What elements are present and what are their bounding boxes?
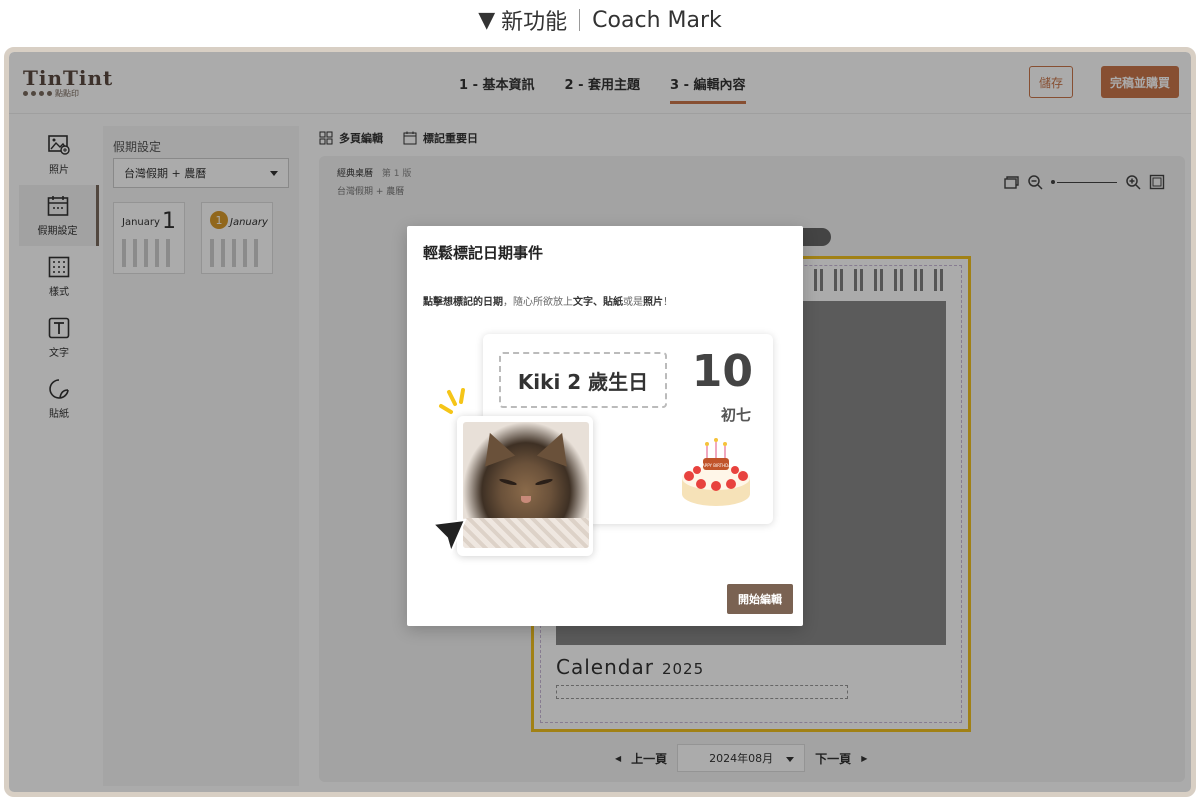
desc-part: 照片 <box>643 297 663 308</box>
desc-part: 貼紙 <box>603 297 623 308</box>
coach-description: 點擊想標記的日期，隨心所欲放上文字、貼紙或是照片！ <box>423 293 673 308</box>
desc-part: 或是 <box>623 297 643 308</box>
coach-title: 輕鬆標記日期事件 <box>423 244 544 262</box>
cake-text: HAPPY BIRTHDAY <box>699 463 733 468</box>
desc-part: 點擊 <box>423 297 443 308</box>
caption-arrow: ▼ <box>478 7 496 33</box>
sparkle-icon <box>439 388 465 414</box>
desc-part: 文字 <box>573 297 593 308</box>
start-editing-button[interactable]: 開始編輯 <box>727 584 793 614</box>
app-window: TinTint 點點印 1 - 基本資訊 2 - 套用主題 3 - 編輯內容 儲… <box>4 47 1196 797</box>
day-number: 10 <box>691 346 753 397</box>
event-label-box: Kiki 2 歲生日 <box>499 352 667 408</box>
caption-divider <box>579 9 581 31</box>
desc-part: ！ <box>663 297 673 308</box>
caption-right: Coach Mark <box>592 7 722 33</box>
caption-left: 新功能 <box>501 10 568 35</box>
desc-part: 想標記的日期 <box>443 297 503 308</box>
desc-part: 、 <box>593 297 603 308</box>
coach-mark-dialog: 輕鬆標記日期事件 點擊想標記的日期，隨心所欲放上文字、貼紙或是照片！ Kiki … <box>407 226 803 626</box>
photo-example-card <box>457 416 593 556</box>
cursor-arrow-icon <box>430 518 467 555</box>
cat-photo <box>463 422 589 548</box>
lunar-date: 初七 <box>720 406 751 424</box>
page-caption: ▼ 新功能 Coach Mark <box>0 0 1200 40</box>
desc-part: ，隨心所欲放上 <box>503 297 573 308</box>
birthday-cake-icon: HAPPY BIRTHDAY <box>682 438 750 506</box>
